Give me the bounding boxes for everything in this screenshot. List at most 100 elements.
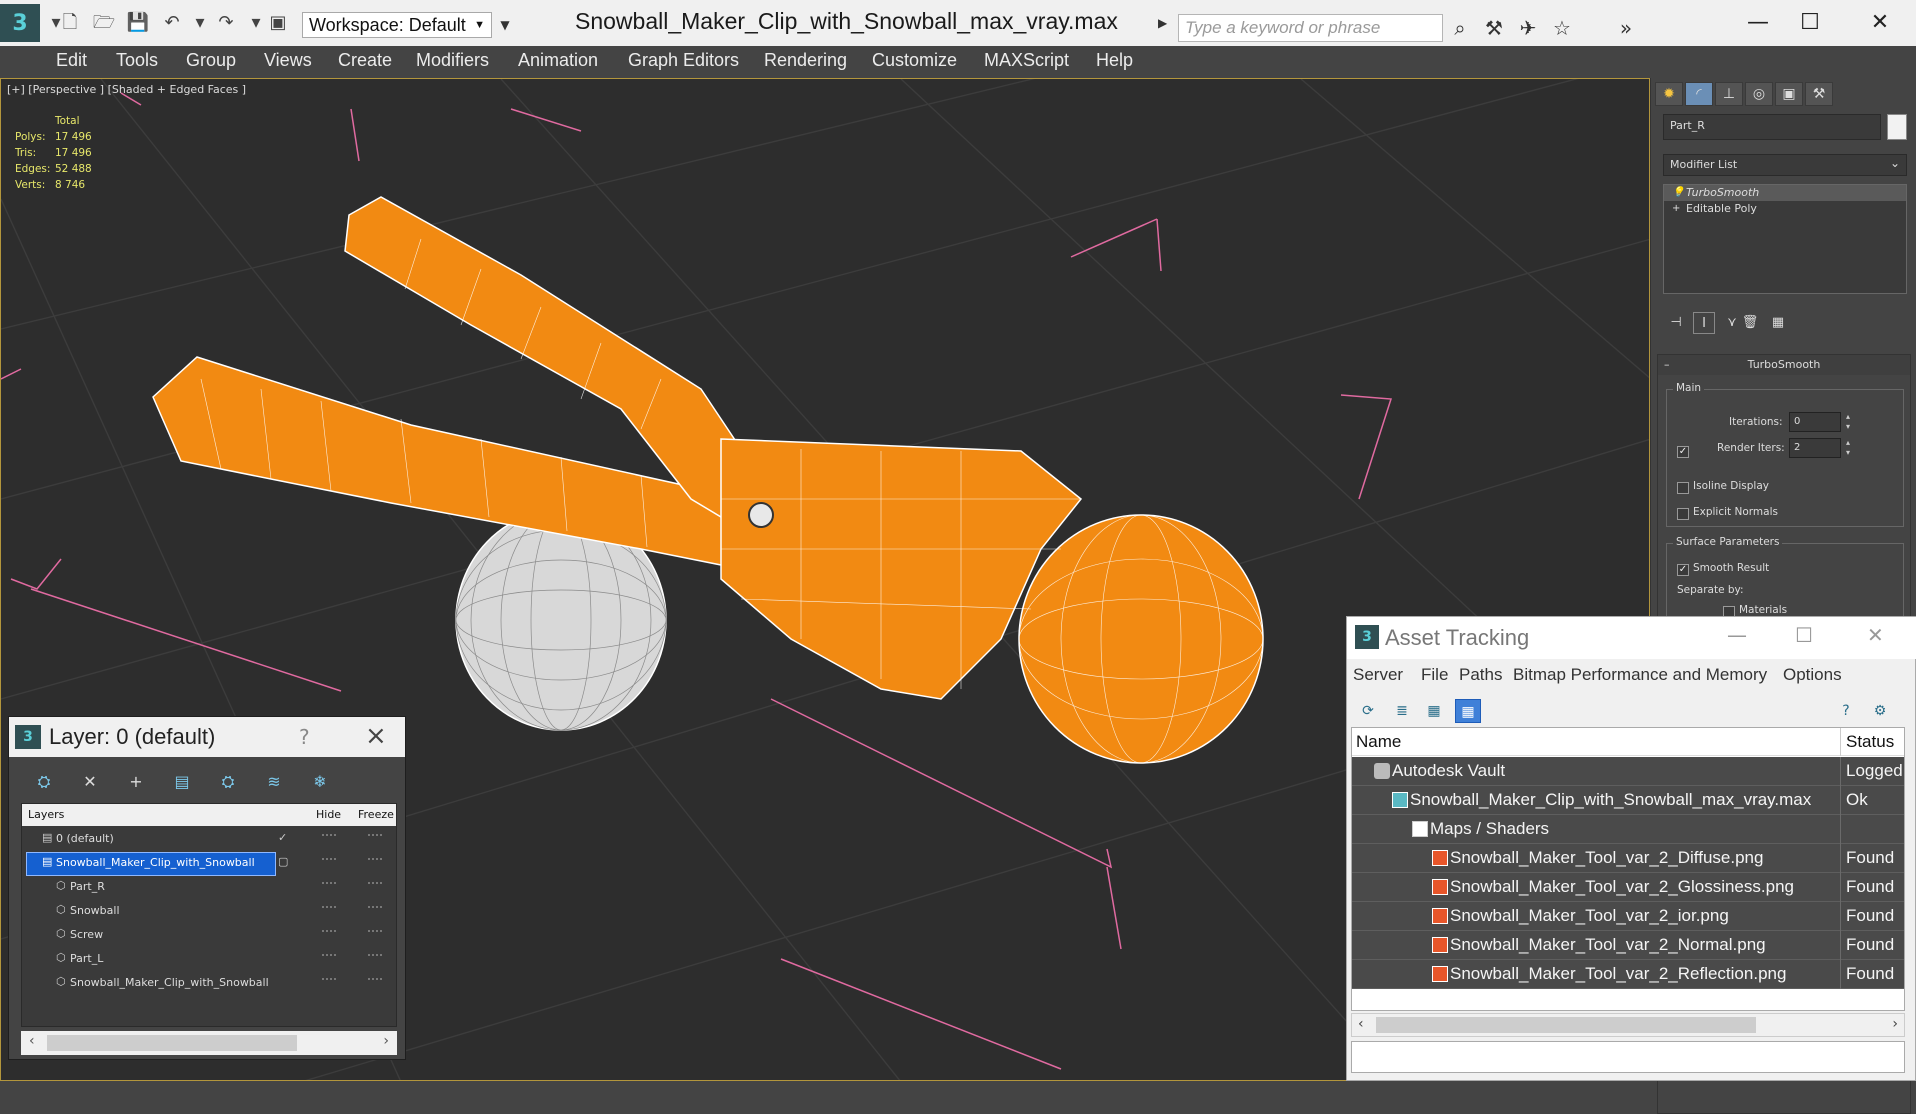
render-iters-checkbox[interactable]: ✓ [1677, 446, 1689, 458]
asset-row[interactable]: Autodesk Vault Logged. [1352, 757, 1904, 786]
menu-group[interactable]: Group [186, 50, 236, 71]
menu-file[interactable]: File [1421, 665, 1448, 685]
save-icon[interactable]: 💾 [126, 12, 150, 34]
redo-icon[interactable]: ↷ [214, 12, 238, 34]
workspace-menu-icon[interactable]: ▼ [494, 12, 516, 38]
hide-toggle[interactable] [322, 882, 336, 884]
menu-edit[interactable]: Edit [56, 50, 87, 71]
menu-rendering[interactable]: Rendering [764, 50, 847, 71]
scroll-left-icon[interactable]: ‹ [29, 1033, 35, 1049]
menu-tools[interactable]: Tools [116, 50, 158, 71]
menu-animation[interactable]: Animation [518, 50, 598, 71]
asset-row[interactable]: Maps / Shaders [1352, 815, 1904, 844]
help-icon[interactable]: ? [1833, 699, 1859, 723]
settings-icon[interactable]: ⚙ [1867, 699, 1893, 723]
column-hide[interactable]: Hide [316, 808, 341, 821]
scrollbar-thumb[interactable] [1376, 1017, 1756, 1033]
undo-icon[interactable]: ↶ [160, 12, 184, 34]
rollout-header[interactable]: – TurboSmooth [1658, 355, 1910, 375]
show-end-result-icon[interactable]: I [1693, 312, 1715, 334]
asset-path-field[interactable] [1351, 1041, 1905, 1073]
asset-row[interactable]: Snowball_Maker_Tool_var_2_ior.png Found [1352, 902, 1904, 931]
freeze-toggle[interactable] [368, 882, 382, 884]
hide-toggle[interactable] [322, 834, 336, 836]
menu-customize[interactable]: Customize [872, 50, 957, 71]
create-tab-icon[interactable]: ✹ [1655, 82, 1683, 106]
open-folder-icon[interactable]: 🗁 [92, 12, 116, 34]
menu-server[interactable]: Server [1353, 665, 1403, 685]
horizontal-scrollbar[interactable]: ‹ › [1351, 1013, 1905, 1037]
highlight-layer-icon[interactable]: ⛭ [213, 769, 243, 795]
communication-icon[interactable]: ✈ [1514, 14, 1542, 42]
object-row[interactable]: ⬡ Part_R [22, 876, 396, 900]
smooth-result-checkbox[interactable]: ✓ [1677, 564, 1689, 576]
hide-toggle[interactable] [322, 954, 336, 956]
new-file-icon[interactable]: 🗋 [58, 12, 82, 34]
modifier-list-select[interactable]: Modifier List ⌄ [1663, 154, 1907, 176]
lightbulb-icon[interactable]: 💡 [1672, 185, 1684, 201]
layer-settings-icon[interactable]: ⛭ [29, 769, 59, 795]
redo-dropdown-icon[interactable]: ▾ [244, 12, 268, 34]
expand-toolbar-icon[interactable]: » [1612, 14, 1640, 42]
menu-graph-editors[interactable]: Graph Editors [628, 50, 739, 71]
menu-maxscript[interactable]: MAXScript [984, 50, 1069, 71]
motion-tab-icon[interactable]: ◎ [1745, 82, 1773, 106]
hide-toggle[interactable] [322, 930, 336, 932]
spinner-arrows-icon[interactable]: ▴ ▾ [1843, 438, 1853, 458]
freeze-toggle[interactable] [368, 834, 382, 836]
object-row[interactable]: ⬡ Snowball [22, 900, 396, 924]
scrollbar-thumb[interactable] [47, 1035, 297, 1051]
freeze-all-icon[interactable]: ❄ [305, 769, 335, 795]
add-layer-icon[interactable]: + [121, 769, 151, 795]
object-color-swatch[interactable] [1887, 114, 1907, 140]
search-input[interactable]: Type a keyword or phrase [1178, 14, 1443, 42]
menu-create[interactable]: Create [338, 50, 392, 71]
isoline-checkbox[interactable] [1677, 482, 1689, 494]
minimize-icon[interactable]: — [1727, 623, 1747, 647]
maximize-icon[interactable]: ☐ [1795, 623, 1813, 647]
utilities-tab-icon[interactable]: ⚒ [1805, 82, 1833, 106]
freeze-toggle[interactable] [368, 906, 382, 908]
menu-views[interactable]: Views [264, 50, 312, 71]
menu-modifiers[interactable]: Modifiers [416, 50, 489, 71]
delete-layer-icon[interactable]: ✕ [75, 769, 105, 795]
horizontal-scrollbar[interactable]: ‹ › [21, 1031, 397, 1055]
close-icon[interactable]: ✕ [1867, 623, 1884, 647]
menu-bitmap-performance[interactable]: Bitmap Performance and Memory [1513, 665, 1767, 685]
column-separator[interactable] [1840, 728, 1841, 756]
column-layers[interactable]: Layers [28, 808, 64, 821]
column-status[interactable]: Status [1846, 732, 1894, 752]
layer-dialog-titlebar[interactable]: 3 Layer: 0 (default) ? × [9, 717, 405, 757]
object-row[interactable]: ⬡ Screw [22, 924, 396, 948]
thumbnail-view-icon[interactable]: ▦ [1421, 699, 1447, 723]
column-name[interactable]: Name [1356, 732, 1401, 752]
object-name-field[interactable]: Part_R [1663, 114, 1881, 140]
layer-row-selected[interactable]: ▤ Snowball_Maker_Clip_with_Snowball ▢ [22, 852, 396, 876]
menu-help[interactable]: Help [1096, 50, 1133, 71]
list-view-icon[interactable]: ≣ [1389, 699, 1415, 723]
help-button[interactable]: ? [299, 725, 310, 749]
project-folder-icon[interactable]: ▣ [266, 12, 290, 34]
layer-row[interactable]: ▤ 0 (default) ✓ [22, 828, 396, 852]
minimize-icon[interactable]: — [1738, 8, 1778, 38]
freeze-toggle[interactable] [368, 954, 382, 956]
close-icon[interactable]: × [365, 721, 387, 751]
table-view-icon[interactable]: ▦ [1455, 699, 1481, 723]
refresh-icon[interactable]: ⟳ [1355, 699, 1381, 723]
binoculars-icon[interactable]: ⌕ [1446, 14, 1474, 42]
freeze-toggle[interactable] [368, 930, 382, 932]
asset-tracking-titlebar[interactable]: 3 Asset Tracking — ☐ ✕ [1347, 617, 1916, 659]
search-expand-icon[interactable]: ▶ [1158, 16, 1172, 38]
object-row[interactable]: ⬡ Snowball_Maker_Clip_with_Snowball [22, 972, 396, 996]
asset-row[interactable]: Snowball_Maker_Tool_var_2_Reflection.png… [1352, 960, 1904, 989]
asset-row[interactable]: Snowball_Maker_Clip_with_Snowball_max_vr… [1352, 786, 1904, 815]
close-icon[interactable]: ✕ [1860, 8, 1900, 38]
expand-plus-icon[interactable]: + [1672, 201, 1680, 217]
active-layer-icon[interactable]: ▢ [278, 855, 288, 868]
asset-row[interactable]: Snowball_Maker_Tool_var_2_Normal.png Fou… [1352, 931, 1904, 960]
hierarchy-tab-icon[interactable]: ⊥ [1715, 82, 1743, 106]
freeze-toggle[interactable] [368, 858, 382, 860]
select-objects-icon[interactable]: ▤ [167, 769, 197, 795]
app-logo-icon[interactable]: 3 [0, 4, 40, 42]
display-tab-icon[interactable]: ▣ [1775, 82, 1803, 106]
